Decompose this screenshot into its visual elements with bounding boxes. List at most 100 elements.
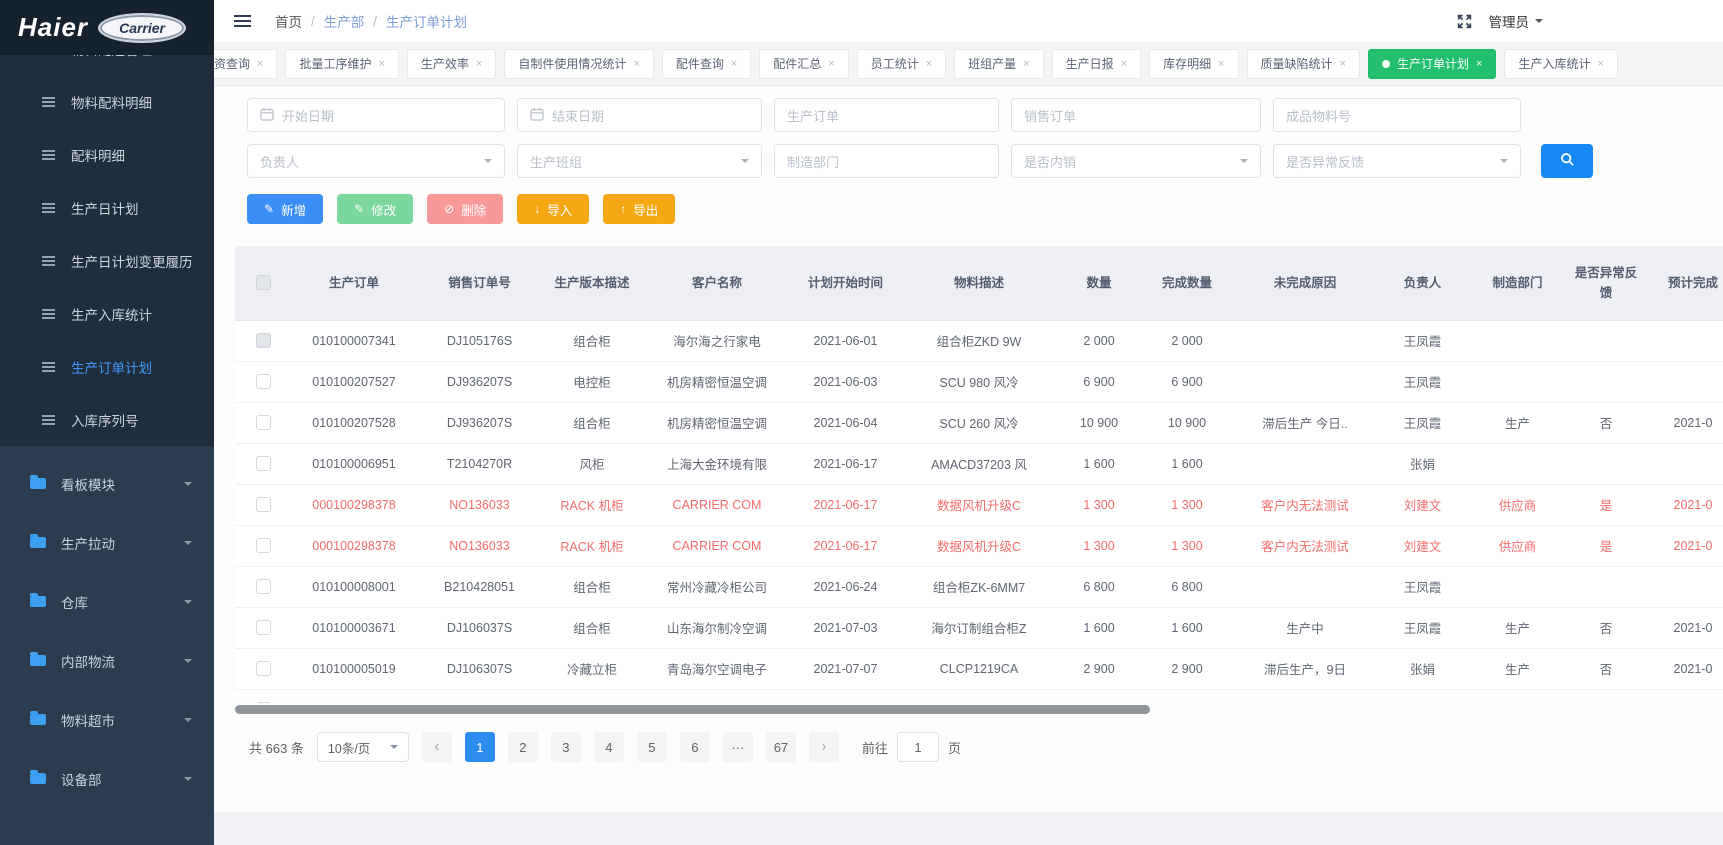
table-cell: DJ105176S	[417, 320, 542, 361]
page-button[interactable]: 1	[465, 732, 495, 762]
tab-close-icon[interactable]: ×	[1597, 58, 1603, 70]
filter-input-1[interactable]: 开始日期	[247, 98, 505, 132]
scrollbar-thumb[interactable]	[235, 705, 1150, 714]
tab-close-icon[interactable]: ×	[257, 58, 263, 70]
sidebar-item[interactable]: 入库序列号	[0, 393, 214, 446]
tab-close-icon[interactable]: ×	[378, 58, 384, 70]
column-header: 销售订单号	[417, 246, 542, 320]
sidebar-group-item[interactable]: 看板模块	[0, 454, 214, 513]
delete-button[interactable]: ⊘删除	[427, 194, 503, 224]
page-ellipsis[interactable]: ···	[723, 732, 753, 762]
toolbar-button[interactable]: ✎新增	[247, 194, 323, 224]
tab-item[interactable]: 配件查询×	[662, 49, 751, 79]
sidebar-item[interactable]: 生产入库统计	[0, 287, 214, 340]
row-checkbox[interactable]	[256, 661, 271, 676]
row-checkbox[interactable]	[256, 333, 271, 348]
table-cell: 王凤霞	[1375, 689, 1470, 703]
row-checkbox[interactable]	[256, 620, 271, 635]
page-button[interactable]: 67	[766, 732, 796, 762]
tab-close-icon[interactable]: ×	[1340, 58, 1346, 70]
sidebar-item[interactable]: 生产订单计划	[0, 340, 214, 393]
page-button[interactable]: 2	[508, 732, 538, 762]
sidebar-item[interactable]: 物料配送管理	[0, 55, 214, 75]
filter-input-3[interactable]: 生产订单	[774, 98, 999, 132]
sidebar-item[interactable]: 生产日计划变更履历	[0, 234, 214, 287]
sidebar-group-item[interactable]: 内部物流	[0, 631, 214, 690]
select-all-checkbox[interactable]	[256, 275, 271, 290]
tab-item[interactable]: 生产入库统计×	[1504, 49, 1617, 79]
filter-select-1[interactable]: 负责人	[247, 144, 505, 178]
sidebar-group-item[interactable]: 设备部	[0, 749, 214, 808]
tab-close-icon[interactable]: ×	[1218, 58, 1224, 70]
row-checkbox[interactable]	[256, 456, 271, 471]
table-cell: 010100007341	[291, 320, 417, 361]
tab-close-icon[interactable]: ×	[1476, 58, 1482, 70]
sidebar-item[interactable]: 配料明细	[0, 128, 214, 181]
filter-input-2[interactable]: 结束日期	[517, 98, 762, 132]
tab-item[interactable]: 质量缺陷统计×	[1247, 49, 1360, 79]
toolbar-button[interactable]: ✎修改	[337, 194, 413, 224]
tab-item[interactable]: 生产日报×	[1052, 49, 1141, 79]
sidebar-item-label: 配料明细	[71, 145, 125, 165]
tab-label: 班组产量	[968, 55, 1016, 72]
table-cell	[1565, 361, 1647, 402]
search-button[interactable]	[1541, 144, 1593, 178]
filter-select-4[interactable]: 是否内销	[1011, 144, 1261, 178]
sidebar-item[interactable]: 物料配料明细	[0, 75, 214, 128]
filter-select-2[interactable]: 生产班组	[517, 144, 762, 178]
user-name: 管理员	[1489, 11, 1530, 31]
filter-input-4[interactable]: 销售订单	[1011, 98, 1261, 132]
sidebar-group-item[interactable]: 生产拉动	[0, 513, 214, 572]
filter-select-5[interactable]: 是否异常反馈	[1273, 144, 1521, 178]
row-checkbox[interactable]	[256, 415, 271, 430]
tab-item[interactable]: 批量工序维护×	[285, 49, 398, 79]
column-header: 计划开始时间	[792, 246, 899, 320]
tab-item[interactable]: 配件汇总×	[759, 49, 848, 79]
sidebar-item[interactable]: 生产日计划	[0, 181, 214, 234]
tab-item[interactable]: 自制件使用情况统计×	[504, 49, 653, 79]
page-button[interactable]: 3	[551, 732, 581, 762]
tab-item[interactable]: 库存明细×	[1149, 49, 1238, 79]
filter-input-3[interactable]: 制造部门	[774, 144, 999, 178]
filter-input-5[interactable]: 成品物料号	[1273, 98, 1521, 132]
hamburger-icon[interactable]	[234, 20, 251, 22]
fullscreen-icon[interactable]	[1456, 13, 1473, 30]
menu-item-icon	[42, 313, 55, 315]
tab-close-icon[interactable]: ×	[731, 58, 737, 70]
chevron-down-icon	[184, 777, 192, 785]
table-cell: 是	[1565, 484, 1647, 525]
row-checkbox[interactable]	[256, 538, 271, 553]
tab-close-icon[interactable]: ×	[476, 58, 482, 70]
breadcrumb-item[interactable]: 首页	[275, 11, 302, 31]
page-button[interactable]: 4	[594, 732, 624, 762]
page-button[interactable]: 6	[680, 732, 710, 762]
user-menu[interactable]: 管理员	[1489, 11, 1544, 31]
row-checkbox[interactable]	[256, 702, 271, 703]
tab-close-icon[interactable]: ×	[1121, 58, 1127, 70]
toolbar-button[interactable]: ↑导出	[603, 194, 675, 224]
tab-item[interactable]: 员工统计×	[857, 49, 946, 79]
tab-close-icon[interactable]: ×	[1023, 58, 1029, 70]
sidebar-group-item[interactable]: 物料超市	[0, 690, 214, 749]
next-page-button[interactable]: ›	[809, 732, 839, 762]
prev-page-button[interactable]: ‹	[422, 732, 452, 762]
breadcrumb-item[interactable]: 生产订单计划	[386, 11, 467, 31]
toolbar-button[interactable]: ↓导入	[517, 194, 589, 224]
breadcrumb-item[interactable]: 生产部	[324, 11, 365, 31]
row-checkbox[interactable]	[256, 579, 271, 594]
tab-item[interactable]: 工资查询×	[214, 49, 277, 79]
tab-item[interactable]: 生产效率×	[407, 49, 496, 79]
table-cell: 010100207527	[291, 361, 417, 402]
row-checkbox[interactable]	[256, 497, 271, 512]
tab-item[interactable]: 班组产量 ×	[954, 49, 1043, 79]
tab-close-icon[interactable]: ×	[828, 58, 834, 70]
tab-active[interactable]: 生产订单计划×	[1368, 49, 1496, 79]
sidebar-group-item[interactable]: 仓库	[0, 572, 214, 631]
tab-close-icon[interactable]: ×	[926, 58, 932, 70]
tab-close-icon[interactable]: ×	[633, 58, 639, 70]
table-cell: 6 800	[1059, 566, 1139, 607]
row-checkbox[interactable]	[256, 374, 271, 389]
goto-page-input[interactable]	[897, 732, 939, 762]
page-size-select[interactable]: 10条/页	[317, 732, 409, 762]
page-button[interactable]: 5	[637, 732, 667, 762]
